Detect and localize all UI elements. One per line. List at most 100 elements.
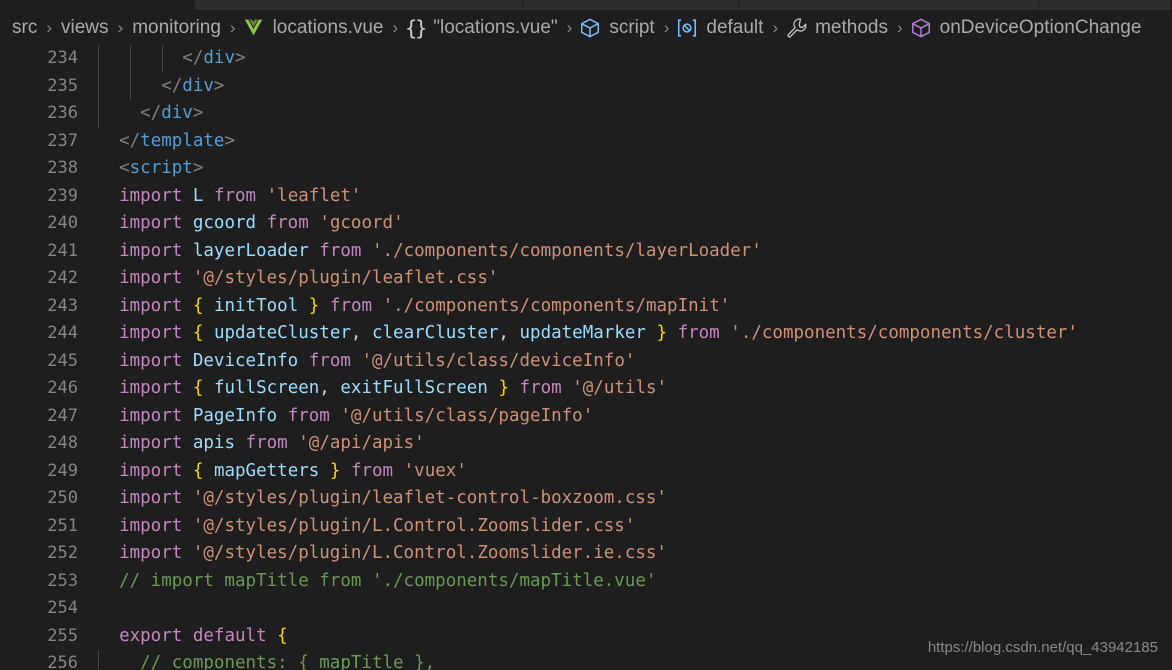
breadcrumb-item-src[interactable]: src	[10, 17, 39, 39]
module-cube-icon	[579, 17, 601, 39]
line-number: 248	[47, 433, 78, 453]
breadcrumb-item-views[interactable]: views	[59, 17, 111, 39]
code-line[interactable]: 249 import { mapGetters } from 'vuex'	[0, 458, 1172, 486]
code-text: import { updateCluster, clearCluster, up…	[119, 323, 1078, 343]
code-line[interactable]: 247 import PageInfo from '@/utils/class/…	[0, 403, 1172, 431]
line-number: 253	[47, 570, 78, 591]
code-line[interactable]: 234 </div>	[0, 45, 1172, 73]
editor-tab-3[interactable]	[523, 0, 739, 10]
code-line[interactable]: 248 import apis from '@/api/apis'	[0, 430, 1172, 458]
struct-cube-icon	[910, 17, 932, 39]
json-braces-icon: {}	[405, 15, 427, 40]
line-number: 240	[47, 213, 78, 233]
code-text: import apis from '@/api/apis'	[119, 433, 425, 453]
line-number: 247	[47, 405, 78, 426]
breadcrumb-item-monitoring[interactable]: monitoring	[130, 17, 223, 39]
breadcrumb-item-methods[interactable]: methods	[785, 17, 890, 39]
line-number: 241	[47, 240, 78, 261]
breadcrumb-item-label: "locations.vue"	[433, 16, 558, 38]
code-text: import gcoord from 'gcoord'	[119, 213, 404, 233]
code-line[interactable]: 252 import '@/styles/plugin/L.Control.Zo…	[0, 540, 1172, 568]
breadcrumb-separator: ›	[392, 17, 399, 37]
breadcrumb[interactable]: src › views › monitoring › locations.vue › {} "lo…	[0, 10, 1172, 45]
line-number: 255	[47, 625, 78, 646]
code-line[interactable]: 241 import layerLoader from './component…	[0, 238, 1172, 266]
breadcrumb-separator: ›	[566, 17, 573, 37]
code-line[interactable]: 235 </div>	[0, 72, 1172, 100]
breadcrumb-item-locations-vue[interactable]: locations.vue	[243, 17, 386, 39]
breadcrumb-separator: ›	[772, 17, 779, 37]
editor-tab-5[interactable]	[1039, 0, 1172, 10]
line-number: 245	[47, 350, 78, 371]
code-line[interactable]: 254	[0, 595, 1172, 623]
code-line[interactable]: 239 import L from 'leaflet'	[0, 183, 1172, 211]
breadcrumb-separator: ›	[229, 17, 236, 37]
editor-tab-1[interactable]	[0, 0, 195, 10]
code-text: import PageInfo from '@/utils/class/page…	[119, 405, 594, 426]
code-line[interactable]: 242 import '@/styles/plugin/leaflet.css'	[0, 265, 1172, 293]
code-line[interactable]: 243 import { initTool } from './componen…	[0, 293, 1172, 321]
line-number: 249	[47, 460, 78, 481]
breadcrumb-item-label: monitoring	[132, 16, 221, 38]
vue-file-icon	[243, 17, 265, 39]
code-text: import layerLoader from './components/co…	[119, 240, 762, 261]
breadcrumb-item-label: locations.vue	[272, 16, 384, 38]
line-number: 236	[47, 103, 78, 123]
code-line[interactable]: 244 import { updateCluster, clearCluster…	[0, 320, 1172, 348]
line-number: 246	[47, 378, 78, 398]
line-number: 252	[47, 543, 78, 563]
breadcrumb-item-locations-vue[interactable]: {} "locations.vue"	[405, 16, 559, 40]
breadcrumb-item-ondeviceoptionchange[interactable]: onDeviceOptionChange	[910, 17, 1144, 39]
code-text: </div>	[161, 75, 225, 96]
code-text: import '@/styles/plugin/leaflet.css'	[119, 268, 499, 288]
code-text: // components: { mapTitle },	[140, 653, 436, 670]
breadcrumb-item-default[interactable]: default	[676, 17, 765, 39]
code-line[interactable]: 240 import gcoord from 'gcoord'	[0, 210, 1172, 238]
code-line[interactable]: 246 import { fullScreen, exitFullScreen …	[0, 375, 1172, 403]
code-line[interactable]: 237 </template>	[0, 128, 1172, 156]
code-text: import '@/styles/plugin/leaflet-control-…	[119, 488, 667, 508]
code-line[interactable]: 250 import '@/styles/plugin/leaflet-cont…	[0, 485, 1172, 513]
line-number: 234	[47, 48, 78, 68]
code-text: import { mapGetters } from 'vuex'	[119, 460, 467, 481]
code-text: <script>	[119, 158, 204, 178]
editor-tab-2[interactable]	[195, 0, 523, 10]
line-number: 235	[47, 75, 78, 96]
line-number: 251	[47, 515, 78, 536]
line-number: 243	[47, 295, 78, 316]
editor-tab-strip[interactable]	[0, 0, 1172, 10]
code-line[interactable]: 236 </div>	[0, 100, 1172, 128]
editor-tab-4[interactable]	[739, 0, 1039, 10]
code-text: import { initTool } from './components/c…	[119, 295, 731, 316]
code-line[interactable]: 251 import '@/styles/plugin/L.Control.Zo…	[0, 513, 1172, 541]
code-text: export default {	[119, 625, 288, 646]
breadcrumb-item-label: views	[61, 16, 109, 38]
code-editor[interactable]: 234 </div> 235 </div> 236 </div> 237 </temp…	[0, 45, 1172, 670]
code-text: import '@/styles/plugin/L.Control.Zoomsl…	[119, 515, 636, 536]
line-number: 254	[47, 598, 78, 618]
line-number: 237	[47, 130, 78, 151]
line-number: 250	[47, 488, 78, 508]
variable-brackets-icon	[676, 17, 698, 39]
code-line[interactable]: 255 export default {	[0, 623, 1172, 651]
line-number: 256	[47, 653, 78, 670]
code-text: </div>	[140, 103, 204, 123]
code-line[interactable]: 245 import DeviceInfo from '@/utils/clas…	[0, 348, 1172, 376]
line-number: 238	[47, 158, 78, 178]
breadcrumb-item-label: default	[706, 16, 764, 38]
line-number: 244	[47, 323, 78, 343]
line-number: 242	[47, 268, 78, 288]
code-line[interactable]: 256 // components: { mapTitle },	[0, 650, 1172, 670]
breadcrumb-separator: ›	[117, 17, 124, 37]
breadcrumb-separator: ›	[46, 17, 52, 37]
breadcrumb-item-label: methods	[815, 16, 888, 38]
code-line[interactable]: 253 // import mapTitle from './component…	[0, 568, 1172, 596]
code-text: </div>	[182, 48, 246, 68]
breadcrumb-item-script[interactable]: script	[579, 17, 656, 39]
code-line[interactable]: 238 <script>	[0, 155, 1172, 183]
breadcrumb-separator: ›	[663, 17, 670, 37]
code-text: import DeviceInfo from '@/utils/class/de…	[119, 350, 636, 371]
breadcrumb-separator: ›	[896, 17, 903, 37]
breadcrumb-item-label: onDeviceOptionChange	[939, 16, 1142, 38]
breadcrumb-item-label: script	[609, 16, 655, 38]
